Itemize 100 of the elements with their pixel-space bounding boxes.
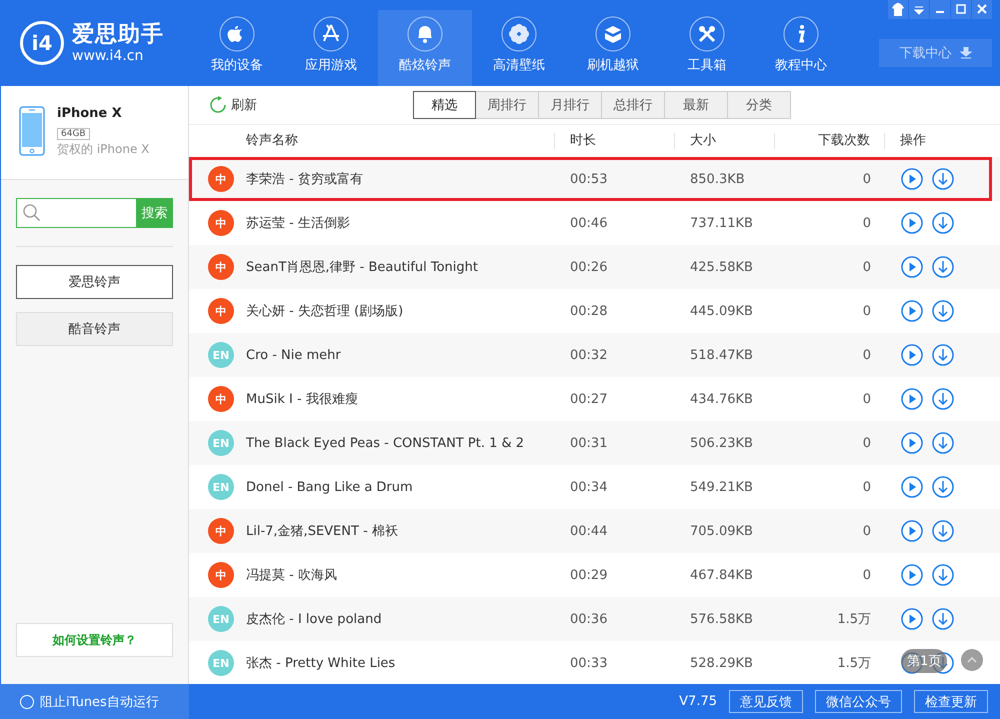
ringtone-name: 苏运莹 - 生活倒影 [246, 215, 350, 232]
play-icon[interactable] [901, 344, 923, 366]
ringtone-row[interactable]: EN Donel - Bang Like a Drum 00:34 549.21KB 0 [189, 465, 885, 509]
radio-button[interactable] [20, 694, 34, 708]
play-icon[interactable] [901, 212, 923, 234]
play-icon[interactable] [901, 256, 923, 278]
download-count-cell-text: 0 [862, 304, 872, 318]
download-icon [960, 47, 972, 59]
ringtone-name: Donel - Bang Like a Drum [246, 480, 413, 494]
ringtone-row[interactable]: 中 冯提莫 - 吹海风 00:29 467.84KB 0 [189, 553, 885, 597]
filter-tab[interactable]: 周排行 [476, 91, 539, 119]
play-icon[interactable] [901, 432, 923, 454]
size-cell-text: 549.21KB [689, 480, 754, 494]
download-icon[interactable] [932, 564, 954, 586]
download-icon[interactable] [932, 608, 954, 630]
filter-tab[interactable]: 精选 [413, 91, 476, 119]
apple-icon [219, 16, 255, 52]
dropdown-icon[interactable] [909, 0, 929, 19]
search-field[interactable] [16, 198, 136, 228]
footer-button[interactable]: 意见反馈 [729, 690, 803, 713]
download-icon[interactable] [932, 256, 954, 278]
download-icon[interactable] [932, 300, 954, 322]
download-icon[interactable] [932, 476, 954, 498]
column-header: 时长 [555, 133, 675, 149]
language-badge: 中 [208, 518, 234, 544]
play-icon[interactable] [901, 168, 923, 190]
play-icon[interactable] [901, 300, 923, 322]
block-itunes-option[interactable]: 阻止iTunes自动运行 [0, 684, 189, 719]
language-badge: 中 [208, 298, 234, 324]
duration-cell-text: 00:34 [569, 480, 608, 494]
download-icon[interactable] [932, 432, 954, 454]
device-name: iPhone X [57, 106, 123, 121]
ringtone-source-button[interactable]: 爱思铃声 [16, 265, 173, 299]
download-icon[interactable] [932, 388, 954, 410]
download-count-cell-text: 0 [862, 480, 872, 494]
nav-tab[interactable]: 我的设备 [190, 10, 284, 86]
duration-cell-text: 00:53 [569, 172, 608, 186]
download-count-cell-text: 0 [862, 260, 872, 274]
download-icon[interactable] [932, 520, 954, 542]
filter-tab[interactable]: 月排行 [539, 91, 602, 119]
ringtone-row[interactable]: 中 关心妍 - 失恋哲理 (剧场版) 00:28 445.09KB 0 [189, 289, 885, 333]
filter-tab[interactable]: 最新 [665, 91, 728, 119]
language-badge: 中 [208, 166, 234, 192]
play-icon[interactable] [901, 608, 923, 630]
close-icon[interactable] [972, 0, 992, 19]
ringtone-source-button[interactable]: 酷音铃声 [16, 312, 173, 346]
nav-tab[interactable]: 高清壁纸 [472, 10, 566, 86]
filter-tab[interactable]: 分类 [728, 91, 791, 119]
ringtone-name: 皮杰伦 - I love poland [246, 611, 382, 628]
app-url: www.i4.cn [72, 48, 144, 64]
download-icon[interactable] [932, 344, 954, 366]
ringtone-row[interactable]: EN 张杰 - Pretty White Lies 00:33 528.29KB 1.5万 [189, 641, 885, 684]
language-badge: 中 [208, 254, 234, 280]
bell-icon [407, 16, 443, 52]
download-count-cell-text: 0 [862, 568, 872, 582]
language-badge: EN [208, 342, 234, 368]
logo-mark: i4 [20, 21, 64, 65]
nav-tab[interactable]: 教程中心 [754, 10, 848, 86]
refresh-icon [209, 96, 227, 114]
nav-tab[interactable]: 刷机越狱 [566, 10, 660, 86]
play-icon[interactable] [901, 564, 923, 586]
letter-a-icon [313, 16, 349, 52]
download-count-cell-text: 0 [862, 348, 872, 362]
play-icon[interactable] [901, 476, 923, 498]
duration-cell-text: 00:46 [569, 216, 608, 230]
ringtone-name: 关心妍 - 失恋哲理 (剧场版) [246, 303, 404, 320]
download-count-cell-text: 0 [862, 392, 872, 406]
page-tooltip: 第1页 [901, 649, 948, 673]
filter-tab[interactable]: 总排行 [602, 91, 665, 119]
maximize-icon[interactable] [951, 0, 971, 19]
help-link[interactable]: 如何设置铃声？ [16, 623, 173, 657]
version-label: V7.75 [679, 694, 717, 709]
download-icon[interactable] [932, 212, 954, 234]
download-count-cell-text: 0 [862, 524, 872, 538]
play-icon[interactable] [901, 520, 923, 542]
minimize-icon[interactable] [930, 0, 950, 19]
scroll-top-icon[interactable] [961, 649, 983, 671]
ringtone-name: Lil-7,金猪,SEVENT - 棉袄 [246, 523, 398, 540]
download-count-cell-text: 0 [862, 436, 872, 450]
footer-button[interactable]: 检查更新 [914, 690, 988, 713]
refresh-button[interactable]: 刷新 [209, 96, 257, 114]
nav-tab[interactable]: 酷炫铃声 [378, 10, 472, 86]
play-icon[interactable] [901, 388, 923, 410]
nav-tab[interactable]: 应用游戏 [284, 10, 378, 86]
shirt-icon[interactable] [888, 0, 908, 19]
phone-icon [19, 106, 45, 156]
duration-cell-text: 00:31 [569, 436, 608, 450]
ringtone-name: SeanT肖恩恩,律野 - Beautiful Tonight [246, 259, 478, 276]
ringtone-row[interactable]: 中 MuSik I - 我很难瘦 00:27 434.76KB 0 [189, 377, 885, 421]
size-cell-text: 467.84KB [689, 568, 754, 582]
footer-button[interactable]: 微信公众号 [815, 690, 902, 713]
size-cell-text: 506.23KB [689, 436, 754, 450]
nav-tab[interactable]: 工具箱 [660, 10, 754, 86]
device-owner: 贺权的 iPhone X [57, 141, 150, 158]
ringtone-name: 冯提莫 - 吹海风 [246, 567, 337, 584]
duration-cell-text: 00:29 [569, 568, 608, 582]
download-icon[interactable] [932, 168, 954, 190]
size-cell-text: 518.47KB [689, 348, 754, 362]
size-cell-text: 850.3KB [689, 172, 746, 186]
ringtone-row[interactable]: 中 苏运莹 - 生活倒影 00:46 737.11KB 0 [189, 201, 885, 245]
